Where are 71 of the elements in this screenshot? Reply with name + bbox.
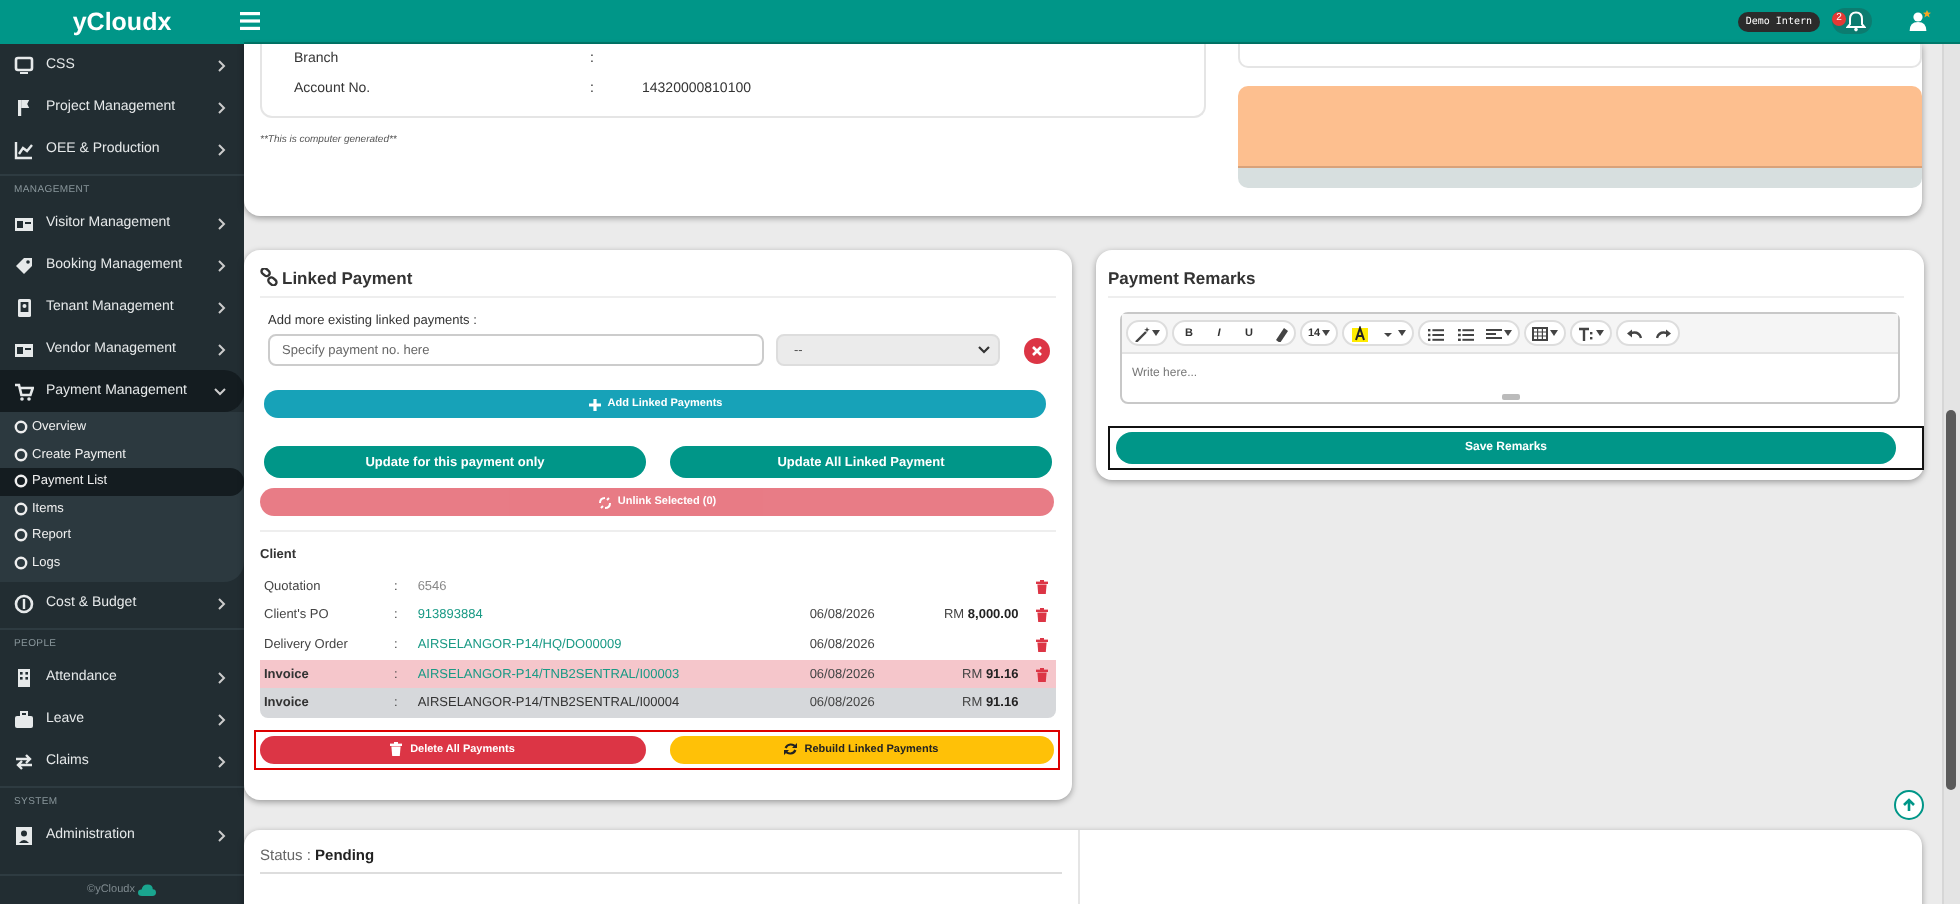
arrow-up-icon	[1902, 798, 1916, 812]
user-icon[interactable]	[1908, 10, 1932, 32]
card-title: Linked Payment	[282, 267, 413, 287]
caret-down-icon	[1550, 330, 1559, 336]
badge-icon	[14, 297, 34, 317]
undo-icon	[1625, 325, 1642, 341]
chevron-right-icon	[218, 597, 226, 609]
portrait-icon	[14, 825, 34, 845]
chevron-right-icon	[218, 301, 226, 313]
chevron-right-icon	[218, 755, 226, 767]
caret-down-icon	[1596, 330, 1605, 336]
plus-icon	[587, 397, 602, 411]
close-icon	[1032, 345, 1042, 355]
redo-icon	[1655, 325, 1672, 341]
link-icon	[260, 268, 278, 286]
flag-icon	[14, 97, 34, 117]
chevron-down-icon	[214, 387, 226, 395]
trash-icon[interactable]	[1036, 637, 1048, 652]
circle-icon	[14, 474, 28, 489]
scrollbar-thumb[interactable]	[1946, 410, 1956, 790]
broken-link-icon	[597, 495, 612, 509]
align-icon	[1486, 325, 1503, 341]
cart-icon	[14, 381, 34, 401]
chevron-right-icon	[218, 59, 226, 71]
chevron-right-icon	[218, 343, 226, 355]
card-title: Payment Remarks	[1108, 267, 1256, 287]
eraser-icon	[1271, 325, 1287, 341]
numbered-list-icon	[1457, 325, 1474, 341]
id-card-icon	[14, 213, 34, 233]
menu-icon[interactable]	[240, 12, 260, 30]
chevron-right-icon	[218, 713, 226, 725]
chevron-right-icon	[218, 829, 226, 841]
bell-icon[interactable]	[1846, 10, 1866, 32]
circle-icon	[14, 555, 28, 570]
table-icon	[1532, 325, 1549, 341]
sync-icon	[784, 742, 799, 757]
circle-icon	[14, 501, 28, 516]
magic-wand-icon	[1134, 325, 1150, 341]
scrollbar[interactable]	[1942, 44, 1960, 904]
briefcase-icon	[14, 709, 34, 729]
highlighter-icon	[1351, 325, 1368, 341]
caret-down-icon	[1322, 330, 1331, 336]
id-card-icon	[14, 339, 34, 359]
cloud-icon	[138, 884, 157, 896]
arrows-icon	[14, 751, 34, 771]
circle-icon	[14, 528, 28, 543]
monitor-icon	[14, 55, 34, 75]
chevron-right-icon	[218, 101, 226, 113]
line-chart-icon	[14, 139, 34, 159]
caret-down-icon	[1504, 330, 1513, 336]
chevron-right-icon	[218, 671, 226, 683]
scroll-to-top-button[interactable]	[1894, 790, 1924, 820]
chevron-right-icon	[218, 217, 226, 229]
trash-icon	[390, 742, 405, 757]
building-icon	[14, 667, 34, 687]
chevron-down-icon	[978, 346, 990, 354]
resize-handle[interactable]	[1501, 394, 1519, 400]
trash-icon[interactable]	[1036, 667, 1048, 682]
trash-icon[interactable]	[1036, 608, 1048, 623]
trash-icon[interactable]	[1036, 579, 1048, 594]
app-logo: yCloudx	[0, 0, 244, 44]
coin-icon	[14, 593, 34, 613]
tag-icon	[14, 255, 34, 275]
caret-down-icon	[1152, 330, 1160, 336]
chevron-right-icon	[218, 143, 226, 155]
clear-button[interactable]	[1024, 337, 1050, 363]
chevron-right-icon	[218, 259, 226, 271]
line-height-icon	[1578, 325, 1595, 341]
circle-icon	[14, 447, 28, 462]
circle-icon	[14, 420, 28, 435]
bullet-list-icon	[1427, 325, 1444, 341]
